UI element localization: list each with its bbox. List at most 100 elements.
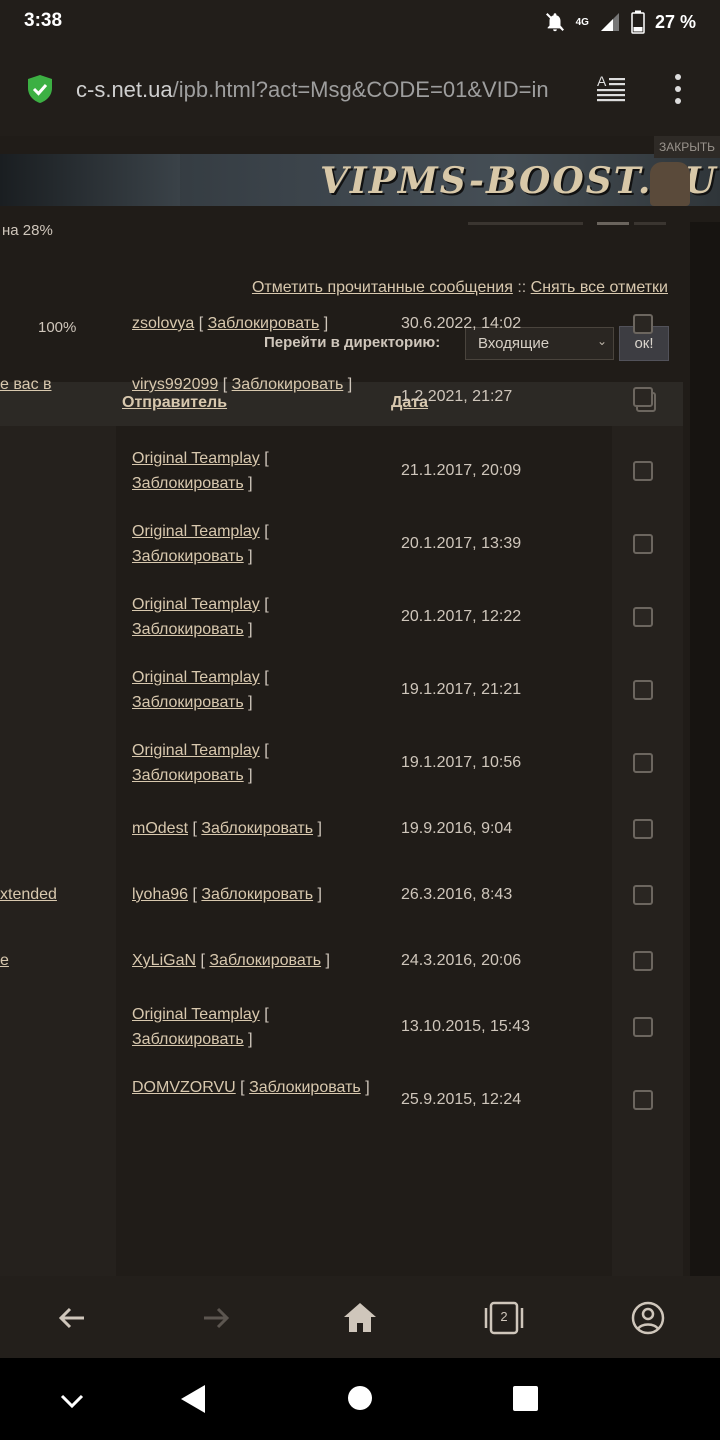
notifications-off-icon — [545, 13, 564, 32]
sender-cell: Original Teamplay [ Заблокировать ] — [132, 1002, 372, 1052]
sender-name-link[interactable]: Original Teamplay — [132, 1006, 260, 1023]
sender-cell: DOMVZORVU [ Заблокировать ] — [132, 1075, 372, 1100]
overflow-menu-icon[interactable] — [668, 72, 688, 106]
message-subject-link[interactable]: xtended — [0, 886, 57, 904]
hide-keyboard-icon[interactable] — [58, 1388, 86, 1412]
system-home-icon[interactable] — [346, 1384, 374, 1412]
block-user-link[interactable]: Заблокировать — [132, 548, 244, 565]
account-icon[interactable] — [626, 1296, 670, 1340]
forward-arrow-icon[interactable] — [194, 1296, 238, 1340]
url-path: /ipb.html?act=Msg&CODE=01&VID=in — [172, 77, 549, 102]
message-checkbox[interactable] — [633, 951, 653, 971]
system-navigation-bar — [0, 1358, 720, 1440]
sender-cell: Original Teamplay [ Заблокировать ] — [132, 738, 372, 788]
sender-name-link[interactable]: Original Teamplay — [132, 669, 260, 686]
message-date: 26.3.2016, 8:43 — [401, 886, 513, 903]
message-date: 19.9.2016, 9:04 — [401, 820, 513, 837]
sender-cell: mOdest [ Заблокировать ] — [132, 816, 372, 841]
block-user-link[interactable]: Заблокировать — [232, 376, 344, 393]
sender-cell: zsolovya [ Заблокировать ] — [132, 311, 372, 336]
message-checkbox[interactable] — [633, 1017, 653, 1037]
status-bar: 3:38 4G 27 % — [0, 0, 720, 44]
sender-name-link[interactable]: DOMVZORVU — [132, 1079, 236, 1096]
message-checkbox[interactable] — [633, 885, 653, 905]
sender-name-link[interactable]: Original Teamplay — [132, 450, 260, 467]
secure-shield-icon[interactable] — [26, 74, 54, 104]
message-actions: Отметить прочитанные сообщения :: Снять … — [252, 279, 668, 297]
message-date: 24.3.2016, 20:06 — [401, 952, 522, 969]
bracket-open: [ — [259, 596, 269, 613]
block-user-link[interactable]: Заблокировать — [209, 952, 321, 969]
message-checkbox[interactable] — [633, 387, 653, 407]
bracket-close: ] — [243, 475, 253, 492]
sender-name-link[interactable]: Original Teamplay — [132, 523, 260, 540]
sender-name-link[interactable]: Original Teamplay — [132, 596, 260, 613]
block-user-link[interactable]: Заблокировать — [132, 475, 244, 492]
message-checkbox[interactable] — [633, 819, 653, 839]
bracket-close: ] — [243, 694, 253, 711]
message-checkbox[interactable] — [633, 314, 653, 334]
block-user-link[interactable]: Заблокировать — [132, 1031, 244, 1048]
unmark-all-link[interactable]: Снять все отметки — [531, 279, 668, 296]
system-back-icon[interactable] — [178, 1383, 208, 1415]
block-user-link[interactable]: Заблокировать — [132, 694, 244, 711]
bracket-open: [ — [259, 523, 269, 540]
system-recents-icon[interactable] — [512, 1385, 539, 1412]
sender-name-link[interactable]: mOdest — [132, 820, 188, 837]
sender-cell: lyoha96 [ Заблокировать ] — [132, 882, 372, 907]
message-date: 20.1.2017, 12:22 — [401, 608, 522, 625]
message-checkbox[interactable] — [633, 753, 653, 773]
bracket-close: ] — [243, 621, 253, 638]
directory-label: Перейти в директорию: — [264, 334, 441, 351]
folder-usage-text: на 28% — [2, 222, 53, 239]
message-checkbox[interactable] — [633, 680, 653, 700]
page-side-strip — [690, 222, 720, 1276]
bracket-close: ] — [313, 820, 322, 837]
message-subject-link[interactable]: e — [0, 952, 9, 970]
bracket-close: ] — [243, 1031, 253, 1048]
block-user-link[interactable]: Заблокировать — [201, 886, 313, 903]
block-user-link[interactable]: Заблокировать — [201, 820, 313, 837]
bracket-close: ] — [243, 767, 253, 784]
directory-selected: Входящие — [478, 335, 550, 352]
mark-read-link[interactable]: Отметить прочитанные сообщения — [252, 279, 513, 296]
message-checkbox[interactable] — [633, 1090, 653, 1110]
tabs-button[interactable]: 2 — [482, 1296, 526, 1340]
sender-cell: virys992099 [ Заблокировать ] — [132, 372, 372, 397]
bracket-open: [ — [188, 886, 202, 903]
bracket-open: [ — [196, 952, 210, 969]
block-user-link[interactable]: Заблокировать — [132, 767, 244, 784]
bracket-close: ] — [243, 548, 253, 565]
close-ad-button[interactable]: ЗАКРЫТЬ — [654, 136, 720, 158]
banner-character — [650, 162, 690, 206]
ad-banner[interactable]: VIPMS-BOOST.RU — [0, 154, 720, 206]
message-checkbox[interactable] — [633, 461, 653, 481]
svg-text:A: A — [597, 73, 607, 89]
chevron-down-icon: ⌄ — [597, 334, 608, 348]
address-bar[interactable]: c-s.net.ua/ipb.html?act=Msg&CODE=01&VID=… — [76, 77, 566, 103]
message-checkbox[interactable] — [633, 607, 653, 627]
bracket-close: ] — [343, 376, 353, 393]
sender-name-link[interactable]: virys992099 — [132, 376, 218, 393]
sender-name-link[interactable]: Original Teamplay — [132, 742, 260, 759]
block-user-link[interactable]: Заблокировать — [208, 315, 320, 332]
browser-toolbar: c-s.net.ua/ipb.html?act=Msg&CODE=01&VID=… — [0, 44, 720, 136]
block-user-link[interactable]: Заблокировать — [132, 621, 244, 638]
sender-cell: Original Teamplay [ Заблокировать ] — [132, 446, 372, 496]
home-icon[interactable] — [338, 1296, 382, 1340]
sender-name-link[interactable]: XyLiGaN — [132, 952, 196, 969]
usage-percent-label: 100% — [38, 319, 77, 336]
sender-cell: Original Teamplay [ Заблокировать ] — [132, 665, 372, 715]
message-checkbox[interactable] — [633, 534, 653, 554]
sender-name-link[interactable]: lyoha96 — [132, 886, 188, 903]
battery-level: 27 % — [654, 11, 696, 32]
back-arrow-icon[interactable] — [50, 1296, 94, 1340]
block-user-link[interactable]: Заблокировать — [249, 1079, 361, 1096]
subject-column-bg — [0, 426, 116, 1276]
sender-name-link[interactable]: zsolovya — [132, 315, 194, 332]
message-subject-link[interactable]: е вас в — [0, 376, 52, 394]
browser-bottom-bar: 2 — [0, 1276, 720, 1358]
bracket-open: [ — [259, 1006, 269, 1023]
bracket-open: [ — [235, 1079, 250, 1096]
reader-mode-icon[interactable]: A — [595, 72, 627, 104]
